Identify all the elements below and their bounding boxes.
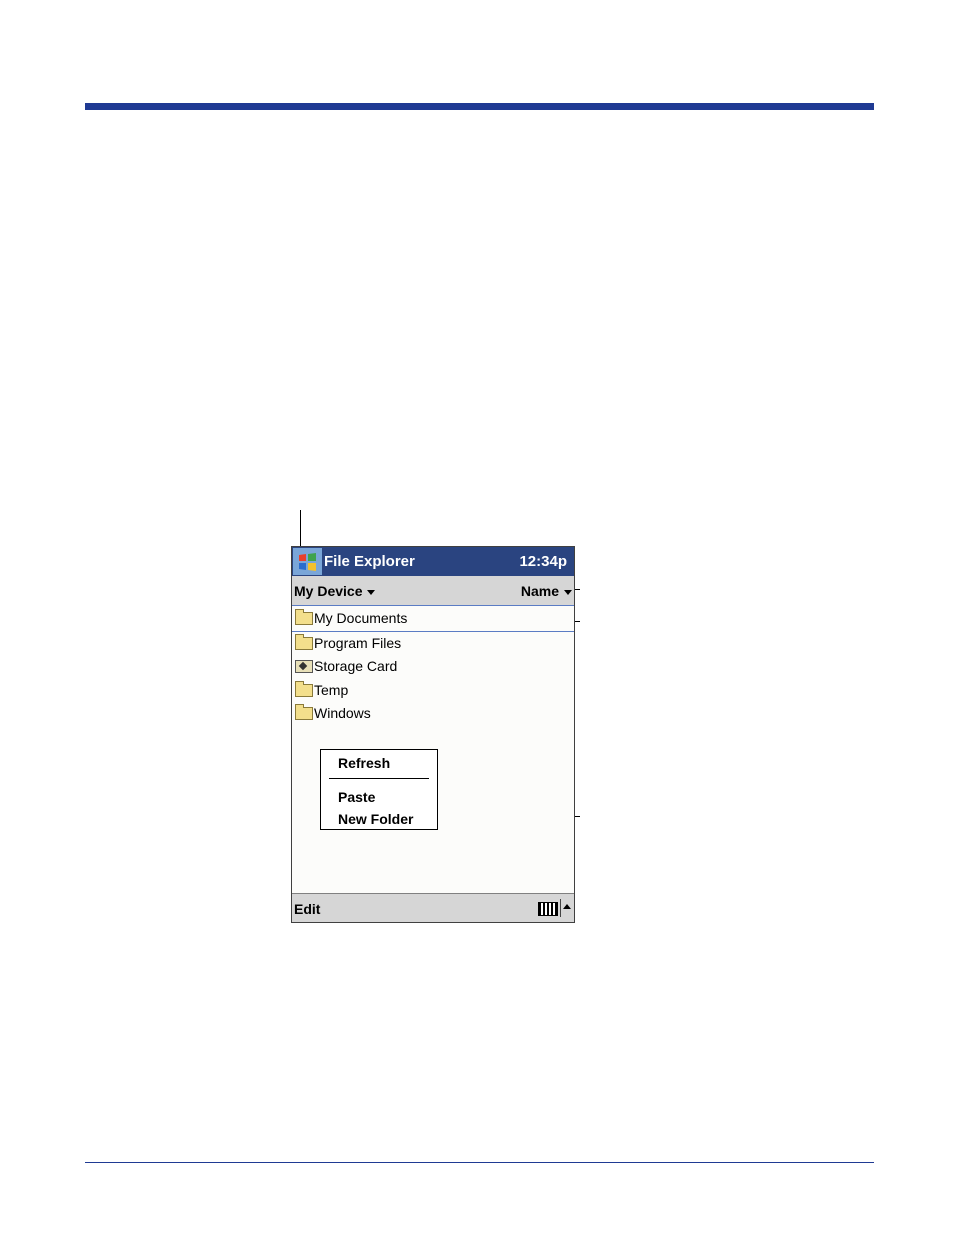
list-item[interactable]: Program Files xyxy=(292,632,574,656)
header-rule xyxy=(85,103,874,110)
file-list: My Documents Program Files Storage Card … xyxy=(292,607,574,726)
context-menu: Refresh Paste New Folder xyxy=(320,749,438,830)
menu-separator xyxy=(329,778,429,779)
storage-card-icon xyxy=(295,660,313,674)
divider xyxy=(560,899,561,917)
list-item[interactable]: My Documents xyxy=(292,607,574,632)
clock[interactable]: 12:34p xyxy=(519,553,567,570)
command-bar: Edit xyxy=(292,893,574,922)
navigation-bar: My Device Name xyxy=(292,576,574,606)
file-name: Temp xyxy=(314,681,349,698)
title-bar: File Explorer 12:34p xyxy=(292,547,574,576)
folder-icon xyxy=(295,704,313,721)
folder-icon xyxy=(295,609,313,625)
edit-menu-button[interactable]: Edit xyxy=(294,901,320,917)
folder-icon xyxy=(295,633,313,650)
file-explorer-screen: File Explorer 12:34p My Device Name My D… xyxy=(291,546,575,923)
keyboard-icon[interactable] xyxy=(538,902,558,916)
location-label: My Device xyxy=(294,583,363,599)
chevron-down-icon xyxy=(564,589,572,595)
file-name: Storage Card xyxy=(314,658,398,675)
file-name: Program Files xyxy=(314,634,402,651)
menu-item-paste[interactable]: Paste xyxy=(338,789,375,805)
list-item[interactable]: Storage Card xyxy=(292,655,574,679)
list-item[interactable]: Windows xyxy=(292,702,574,726)
app-title: File Explorer xyxy=(324,553,415,570)
file-name: Windows xyxy=(314,705,371,722)
folder-icon xyxy=(295,680,313,697)
sort-dropdown[interactable]: Name xyxy=(521,583,572,599)
sort-label: Name xyxy=(520,583,559,599)
footer-rule xyxy=(85,1162,874,1163)
chevron-down-icon xyxy=(367,589,376,595)
windows-start-icon[interactable] xyxy=(293,548,322,575)
chevron-up-icon[interactable] xyxy=(563,904,571,909)
location-dropdown[interactable]: My Device xyxy=(294,583,376,599)
list-item[interactable]: Temp xyxy=(292,679,574,703)
menu-item-new-folder[interactable]: New Folder xyxy=(338,811,413,827)
file-name: My Documents xyxy=(314,610,408,626)
menu-item-refresh[interactable]: Refresh xyxy=(338,755,390,771)
